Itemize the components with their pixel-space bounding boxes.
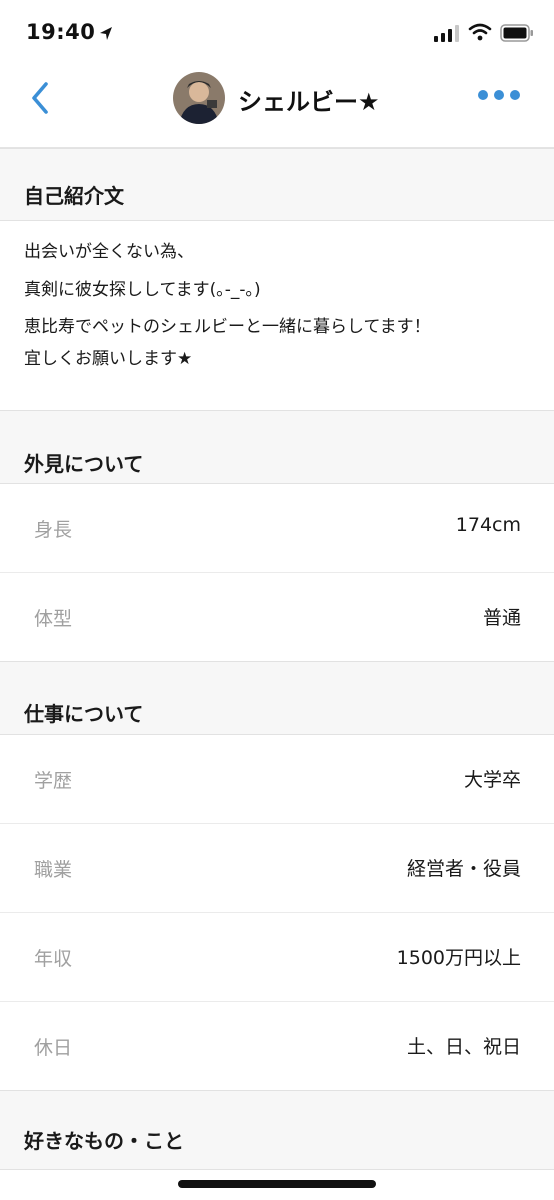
intro-line: 出会いが全くない為、: [24, 242, 194, 262]
status-time: 19:40: [26, 20, 96, 44]
row-value: 1500万円以上: [396, 947, 521, 969]
intro-line: 宜しくお願いします★: [24, 349, 193, 369]
battery-icon: [500, 24, 533, 42]
section-title: 好きなもの・こと: [24, 1129, 184, 1153]
row-label: 体型: [34, 608, 73, 630]
section-header-appearance: 外見について: [0, 410, 554, 484]
row-value: 174cm: [455, 514, 521, 536]
row-label: 学歴: [34, 770, 73, 792]
profile-row-income: 年収 1500万円以上: [0, 913, 554, 1002]
row-label: 職業: [34, 859, 73, 881]
profile-row-holidays: 休日 土、日、祝日: [0, 1002, 554, 1091]
nav-title: シェルビー★: [238, 88, 380, 116]
profile-row-education: 学歴 大学卒: [0, 735, 554, 824]
avatar[interactable]: [173, 72, 225, 124]
more-options-icon[interactable]: [476, 88, 522, 102]
wifi-icon: [468, 23, 492, 41]
row-value: 大学卒: [463, 769, 521, 791]
back-chevron-icon[interactable]: [22, 78, 62, 118]
section-header-work: 仕事について: [0, 661, 554, 735]
section-title: 外見について: [24, 452, 144, 476]
section-title: 仕事について: [24, 702, 144, 726]
section-header-intro: 自己紹介文: [0, 148, 554, 221]
row-value: 普通: [482, 607, 521, 629]
row-value: 経営者・役員: [406, 858, 521, 880]
section-header-likes: 好きなもの・こと: [0, 1090, 554, 1170]
row-value: 土、日、祝日: [406, 1036, 521, 1058]
intro-line: 恵比寿でペットのシェルビーと一緒に暮らしてます！: [24, 317, 431, 337]
profile-row-height: 身長 174cm: [0, 484, 554, 573]
row-label: 休日: [34, 1037, 73, 1059]
home-indicator[interactable]: [178, 1180, 376, 1188]
navigation-bar: シェルビー★: [0, 64, 554, 148]
self-introduction: 出会いが全くない為、 真剣に彼女探ししてます(｡-_-｡) 恵比寿でペットのシェ…: [0, 221, 554, 411]
profile-row-body-type: 体型 普通: [0, 573, 554, 662]
section-title: 自己紹介文: [24, 184, 124, 208]
row-label: 身長: [34, 519, 73, 541]
status-bar: 19:40: [0, 0, 554, 64]
row-label: 年収: [34, 948, 73, 970]
cellular-signal-icon: [434, 25, 459, 42]
location-arrow-icon: [100, 27, 112, 40]
profile-row-occupation: 職業 経営者・役員: [0, 824, 554, 913]
intro-line: 真剣に彼女探ししてます(｡-_-｡): [24, 280, 261, 300]
